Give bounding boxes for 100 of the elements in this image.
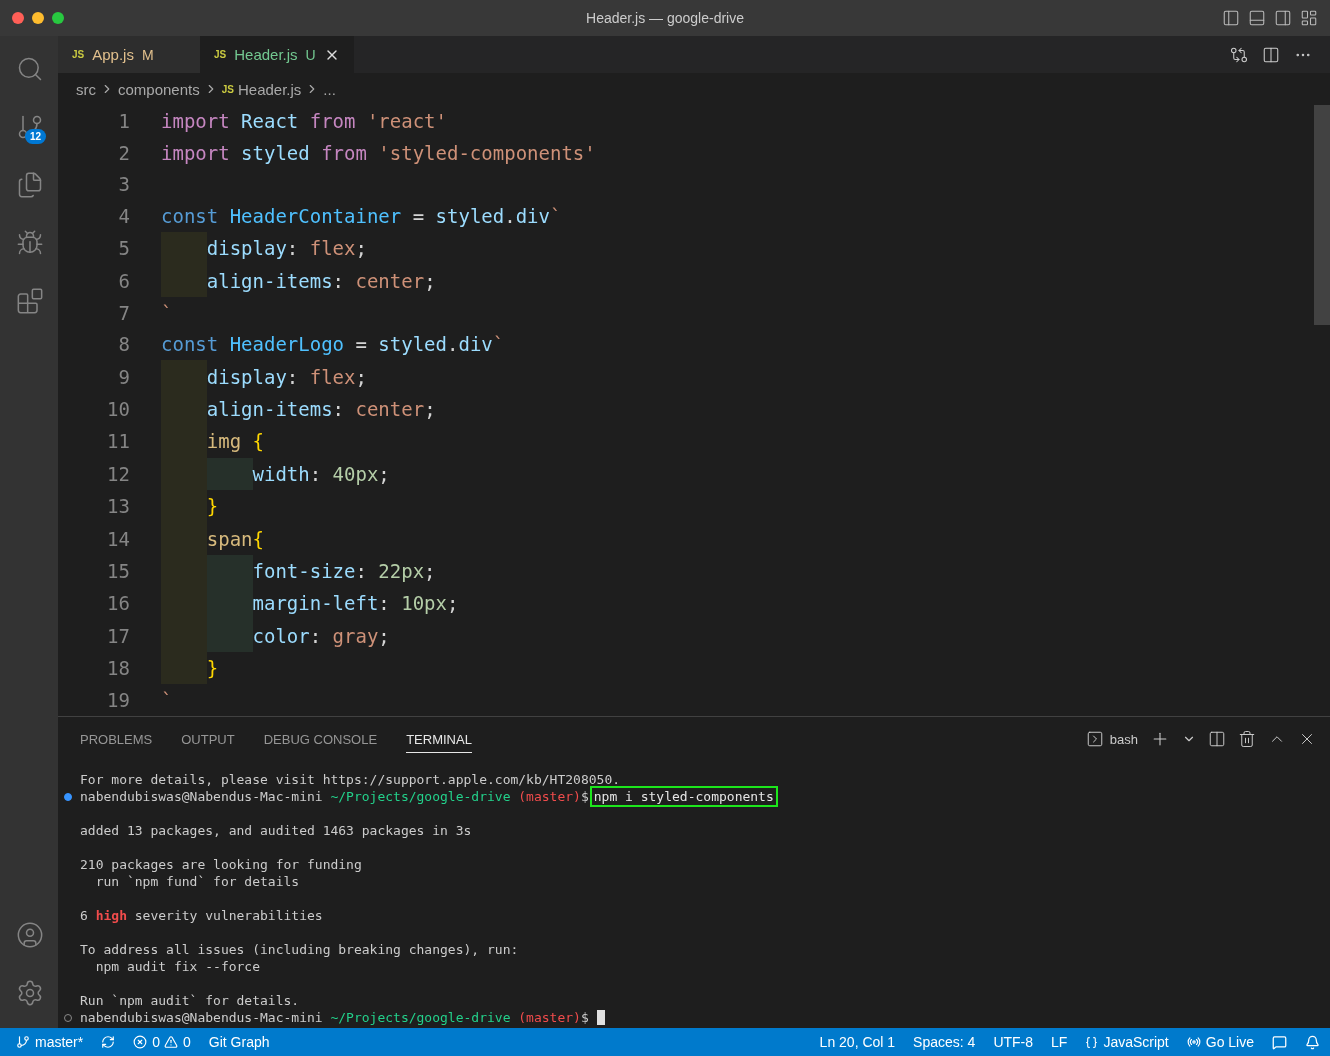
code-token: : — [309, 624, 323, 647]
code-token: HeaderLogo — [229, 333, 345, 356]
breadcrumb-item[interactable]: components — [118, 80, 200, 98]
code-token: flex — [309, 365, 356, 388]
branch-status[interactable]: master* — [16, 1034, 84, 1050]
highlighted-command: npm i styled-components — [591, 788, 776, 805]
code-token: ` — [161, 689, 173, 712]
branch-icon — [16, 113, 44, 141]
terminal-text: run `npm fund` for details — [94, 873, 300, 890]
compare-icon[interactable] — [1230, 45, 1248, 64]
line-number: 15 — [106, 559, 131, 582]
panel-right-icon[interactable] — [1274, 9, 1292, 27]
count-badge: 12 — [24, 129, 46, 144]
broadcast-icon — [1186, 1035, 1201, 1049]
status-item[interactable]: LF — [1051, 1034, 1068, 1050]
terminal-text: $ — [580, 788, 589, 805]
status-item[interactable]: Ln 20, Col 1 — [819, 1034, 896, 1050]
line-number: 12 — [106, 462, 131, 485]
code-token: ; — [355, 237, 367, 260]
code-token: : — [332, 397, 346, 420]
panel-tab[interactable]: OUTPUT — [181, 725, 235, 753]
code-token: styled — [378, 333, 447, 356]
panel-tab[interactable]: PROBLEMS — [80, 725, 153, 753]
feedback-icon[interactable] — [1272, 1034, 1287, 1050]
tab-label: App.js — [92, 46, 134, 63]
line-number: 14 — [106, 527, 131, 550]
close-light[interactable] — [12, 12, 24, 24]
code-token: 'react' — [366, 109, 447, 132]
notification-icon[interactable] — [1305, 1034, 1320, 1050]
code-token: ; — [378, 462, 390, 485]
line-number: 5 — [117, 237, 131, 260]
shell-name[interactable]: bash — [1109, 731, 1138, 747]
code-token: div — [515, 205, 550, 228]
language-mode[interactable]: JavaScript — [1085, 1034, 1169, 1050]
code-token: import — [161, 109, 231, 132]
line-number: 6 — [117, 269, 131, 292]
split-terminal-icon[interactable] — [1208, 730, 1226, 748]
line-number: 18 — [106, 657, 131, 680]
code-token: } — [206, 495, 219, 518]
code-token: center — [355, 269, 425, 292]
error-count[interactable]: 0 — [133, 1034, 161, 1050]
scrollbar-thumb[interactable] — [1314, 105, 1330, 325]
code-token: 22px — [378, 559, 425, 582]
panel-tab[interactable]: TERMINAL — [406, 725, 472, 753]
code-token: ` — [161, 301, 173, 324]
terminal-text: To address all issues (including breaking changes), run: — [80, 941, 519, 958]
panel-left-icon[interactable] — [1222, 9, 1240, 27]
editor-tab[interactable]: JS App.js M — [58, 36, 200, 73]
terminal-text: For more details, please visit https://support.apple.com/kb/HT208050. — [80, 771, 621, 788]
editor-tab[interactable]: JS Header.js U — [200, 36, 354, 73]
code-token: ; — [355, 365, 367, 388]
status-item[interactable]: UTF-8 — [993, 1034, 1034, 1050]
status-item[interactable]: Spaces: 4 — [913, 1034, 976, 1050]
panel-bottom-icon[interactable] — [1248, 9, 1266, 27]
files-icon — [16, 171, 44, 199]
terminal-text: Run `npm audit` for details. — [80, 992, 300, 1009]
code-token: React — [241, 109, 300, 132]
code-token: display — [206, 237, 287, 260]
trash-icon[interactable] — [1238, 730, 1256, 748]
breadcrumb-item[interactable]: ... — [323, 80, 336, 98]
code-token: : — [286, 237, 300, 260]
line-number: 8 — [117, 333, 131, 356]
terminal-text: $ — [580, 1009, 589, 1026]
blocks-icon — [16, 287, 44, 315]
code-token: flex — [309, 237, 356, 260]
code-token: styled — [435, 205, 505, 228]
code-token: 40px — [332, 462, 379, 485]
terminal-text: 6 — [80, 907, 89, 924]
terminal-text: (master) — [517, 788, 581, 805]
line-number: 13 — [106, 495, 131, 518]
split-editor-icon[interactable] — [1262, 45, 1280, 64]
sync-icon[interactable] — [101, 1035, 116, 1049]
code-token: ` — [492, 333, 505, 356]
git-status-letter: M — [141, 46, 154, 63]
layout-icon[interactable] — [1300, 9, 1318, 27]
branch-icon — [16, 1035, 30, 1049]
braces-icon — [1085, 1035, 1099, 1049]
code-token: { — [252, 527, 264, 550]
warning-count[interactable]: 0 — [164, 1034, 191, 1050]
code-token: const — [161, 333, 220, 356]
terminal-text: nabendubiswas@Nabendus-Mac-mini — [80, 788, 324, 805]
breadcrumb-item[interactable]: Header.js — [237, 80, 302, 98]
code-token: : — [332, 269, 346, 292]
line-number: 3 — [117, 173, 131, 196]
breadcrumb-item[interactable]: src — [76, 80, 96, 98]
minimize-light[interactable] — [32, 12, 44, 24]
search-icon — [16, 55, 44, 83]
error-icon — [133, 1035, 148, 1049]
line-number: 7 — [117, 301, 131, 324]
status-item[interactable]: Git Graph — [208, 1034, 270, 1050]
activity-button[interactable]: 12 — [0, 98, 58, 156]
js-file-icon: JS — [221, 83, 234, 95]
go-live-button[interactable]: Go Live — [1186, 1034, 1254, 1050]
code-token: div — [458, 333, 493, 356]
terminal-text: ~/Projects/google-drive — [330, 788, 511, 805]
zoom-light[interactable] — [52, 12, 64, 24]
panel-tab[interactable]: DEBUG CONSOLE — [263, 725, 378, 753]
code-token: 10px — [401, 592, 447, 615]
account-icon — [16, 921, 44, 949]
terminal-text: severity vulnerabilities — [133, 907, 323, 924]
